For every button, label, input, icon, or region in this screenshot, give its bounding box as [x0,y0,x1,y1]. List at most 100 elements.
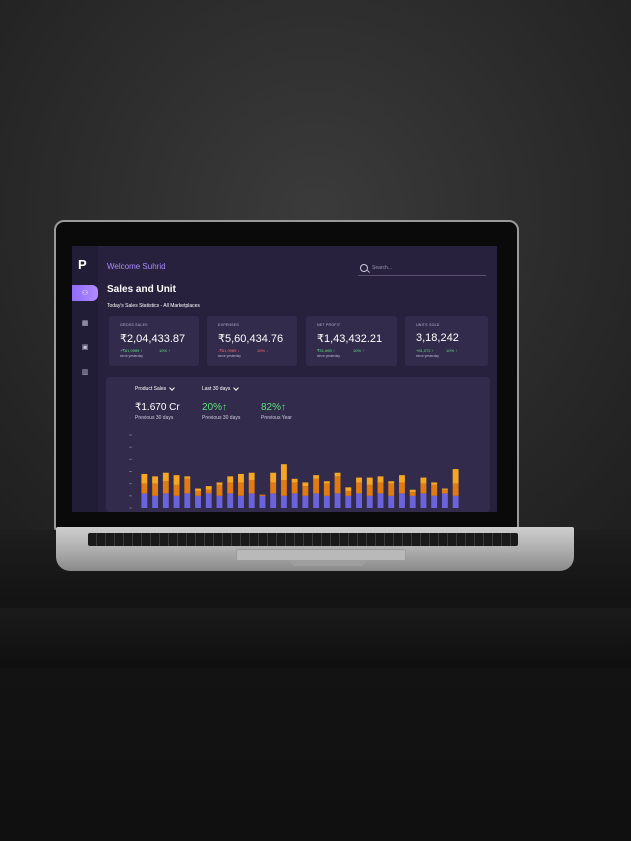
bar-segment[interactable] [205,486,212,490]
bar-segment[interactable] [302,486,309,496]
bar-segment[interactable] [409,492,416,496]
search-input[interactable] [372,265,472,271]
bar-segment[interactable] [141,473,148,484]
sidebar-item-calendar[interactable]: ▦ [76,316,94,330]
bar-segment[interactable] [205,489,212,494]
bar-segment[interactable] [409,495,416,508]
bar-segment[interactable] [323,483,330,496]
bar-segment[interactable] [302,495,309,508]
gross-sales-card[interactable]: GROSS SALES ₹2,04,433.87 +₹61,0989 ↑ 10%… [109,316,199,366]
bar-segment[interactable] [356,482,362,494]
bar-segment[interactable] [452,495,459,508]
bar-segment[interactable] [441,493,448,508]
bar-segment[interactable] [388,483,395,496]
bar-segment[interactable] [345,487,352,491]
bar-segment[interactable] [162,481,169,494]
bar-segment[interactable] [195,495,201,508]
bar-segment[interactable] [291,478,298,483]
bar-segment[interactable] [216,482,223,485]
bar-segment[interactable] [366,495,373,508]
bar-segment[interactable] [195,488,201,491]
bar-segment[interactable] [366,477,373,485]
sidebar-item-profile[interactable]: ⚇ [72,285,98,301]
bar-segment[interactable] [173,475,180,485]
bar-segment[interactable] [399,493,405,508]
app-logo[interactable]: P [78,257,93,272]
bar-segment[interactable] [399,482,405,494]
bar-segment[interactable] [152,495,159,508]
search-box[interactable] [358,261,486,276]
bar-segment[interactable] [399,475,405,483]
bar-segment[interactable] [313,478,320,494]
bar-segment[interactable] [238,473,244,483]
bar-segment[interactable] [280,495,287,508]
bar-segment[interactable] [184,478,191,494]
bar-segment[interactable] [409,489,416,493]
bar-segment[interactable] [141,483,148,494]
bar-segment[interactable] [280,464,287,481]
bar-segment[interactable] [452,469,459,484]
bar-segment[interactable] [227,476,234,483]
bar-segment[interactable] [248,480,255,494]
bar-segment[interactable] [345,495,352,508]
bar-segment[interactable] [248,472,255,481]
bar-segment[interactable] [184,476,191,479]
bar-segment[interactable] [302,482,309,487]
bar-segment[interactable] [227,493,234,508]
bar-segment[interactable] [173,484,180,496]
sidebar-item-reports[interactable]: ▥ [76,365,94,379]
bar-segment[interactable] [334,472,341,477]
bar-segment[interactable] [323,481,330,484]
bar-segment[interactable] [377,482,384,494]
bar-segment[interactable] [420,477,427,484]
bar-segment[interactable] [356,477,362,483]
bar-segment[interactable] [216,484,223,496]
bar-segment[interactable] [152,483,159,496]
bar-segment[interactable] [291,493,298,508]
bar-segment[interactable] [238,495,244,508]
bar-segment[interactable] [195,490,201,496]
bar-segment[interactable] [441,489,448,494]
bar-segment[interactable] [313,475,320,479]
bar-segment[interactable] [323,495,330,508]
bar-segment[interactable] [377,476,384,483]
bar-segment[interactable] [334,476,341,494]
bar-segment[interactable] [291,482,298,494]
bar-segment[interactable] [334,493,341,508]
bar-segment[interactable] [173,495,180,508]
bar-segment[interactable] [441,488,448,490]
bar-segment[interactable] [162,472,169,482]
bar-segment[interactable] [280,480,287,496]
bar-segment[interactable] [227,482,234,494]
bar-segment[interactable] [259,495,266,508]
bar-segment[interactable] [162,493,169,508]
bar-segment[interactable] [152,476,159,484]
bar-segment[interactable] [452,483,459,496]
bar-segment[interactable] [431,482,438,485]
bar-segment[interactable] [366,484,373,496]
expenses-card[interactable]: EXPENSES ₹5,60,434.76 -₹61,0989 ↓ 10% ↓ … [207,316,297,366]
bar-segment[interactable] [248,493,255,508]
net-profit-card[interactable]: NET PROFIT ₹1,43,432.21 ₹51,669 ↑ 10% ↑ … [306,316,397,366]
bar-segment[interactable] [420,493,427,508]
bar-segment[interactable] [259,494,266,496]
bar-segment[interactable] [420,483,427,494]
bar-segment[interactable] [216,495,223,508]
bar-segment[interactable] [270,482,277,494]
bar-segment[interactable] [431,495,438,508]
bar-segment[interactable] [388,481,395,484]
bar-segment[interactable] [356,493,362,508]
bar-segment[interactable] [184,493,191,508]
bar-segment[interactable] [377,493,384,508]
bar-segment[interactable] [431,484,438,496]
sidebar-item-orders[interactable]: ▣ [76,340,94,354]
bar-segment[interactable] [313,493,320,508]
bar-segment[interactable] [141,493,148,508]
bar-segment[interactable] [270,493,277,508]
bar-segment[interactable] [270,472,277,483]
bar-segment[interactable] [388,495,395,508]
bar-segment[interactable] [205,493,212,508]
bar-segment[interactable] [345,490,352,496]
units-sold-card[interactable]: UNITS SOLD 3,18,242 +81,072 ↑ 10% ↑ sinc… [405,316,488,366]
bar-segment[interactable] [238,482,244,496]
